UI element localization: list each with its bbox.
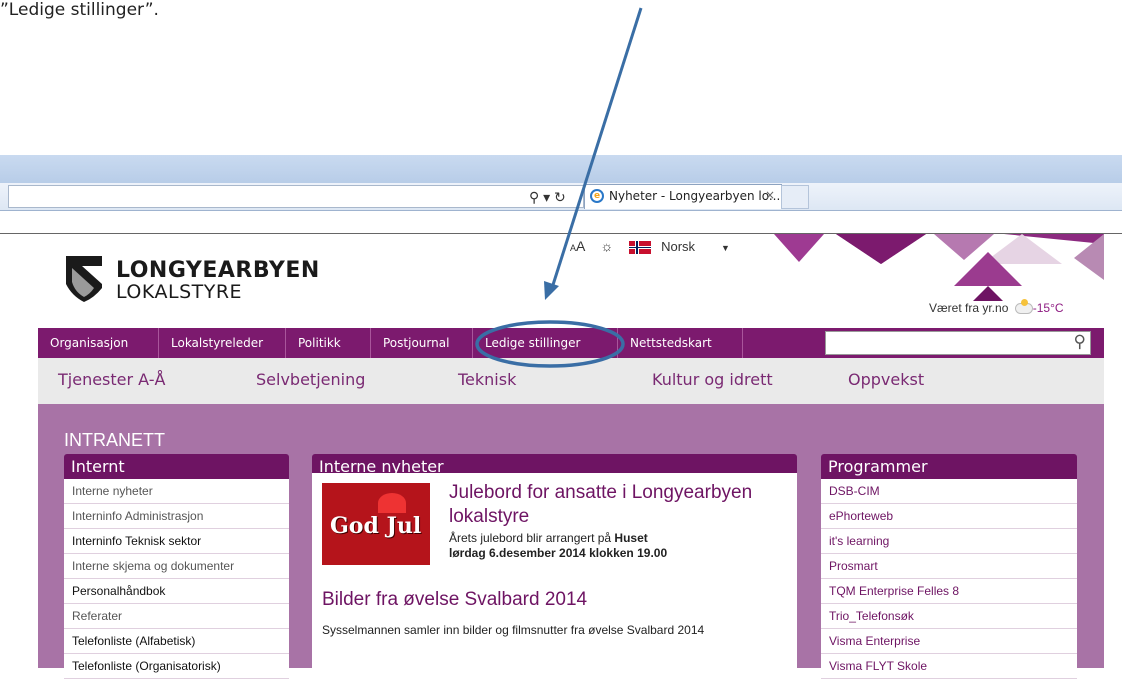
- sub-navigation: Tjenester A-Å Selvbetjening Teknisk Kult…: [38, 358, 1104, 404]
- subnav-oppvekst[interactable]: Oppvekst: [848, 370, 924, 389]
- news-body-location: Huset: [614, 531, 648, 545]
- news-body-text: Årets julebord blir arrangert på: [449, 531, 615, 545]
- internt-item[interactable]: Interninfo Teknisk sektor: [64, 529, 289, 554]
- browser-command-bar: [0, 211, 1122, 234]
- address-bar[interactable]: ⚲ ▾ ↻: [8, 185, 584, 208]
- new-tab-button[interactable]: [781, 185, 809, 209]
- nav-ledige-stillinger[interactable]: Ledige stillinger: [473, 328, 618, 358]
- nav-nettstedskart[interactable]: Nettstedskart: [618, 328, 743, 358]
- logo-name[interactable]: LONGYEARBYEN: [116, 258, 320, 283]
- website: LONGYEARBYEN LOKALSTYRE AA ☼ Norsk ▼ Vær…: [38, 234, 1104, 679]
- contrast-icon[interactable]: ☼: [600, 238, 613, 254]
- browser-title-bar: [0, 155, 1122, 183]
- tab-title: Nyheter - Longyearbyen lo...: [609, 189, 781, 203]
- close-tab-icon[interactable]: ×: [765, 188, 775, 202]
- internt-item[interactable]: Telefonliste (Organisatorisk): [64, 654, 289, 679]
- news-item-title[interactable]: Julebord for ansatte i Longyearbyen loka…: [449, 481, 779, 529]
- image-text: God Jul: [330, 513, 422, 539]
- program-item[interactable]: Prosmart: [821, 554, 1077, 579]
- news-body-date: lørdag 6.desember 2014 klokken 19.00: [449, 546, 668, 560]
- program-item[interactable]: TQM Enterprise Felles 8: [821, 579, 1077, 604]
- programmer-header: Programmer: [821, 454, 1077, 479]
- browser-tab[interactable]: e Nyheter - Longyearbyen lo... ×: [584, 184, 782, 209]
- subnav-teknisk[interactable]: Teknisk: [458, 370, 516, 389]
- norway-flag-icon: [629, 240, 652, 254]
- weather-label: Været fra yr.no: [929, 301, 1009, 315]
- subnav-tjenester[interactable]: Tjenester A-Å: [58, 370, 165, 389]
- program-item[interactable]: DSB-CIM: [821, 479, 1077, 504]
- search-icon[interactable]: ⚲: [1074, 332, 1086, 352]
- document-caption: ”Ledige stillinger”.: [0, 0, 159, 20]
- internt-item[interactable]: Referater: [64, 604, 289, 629]
- weather-widget[interactable]: Været fra yr.no -15°C: [929, 299, 1077, 321]
- internt-item[interactable]: Interne nyheter: [64, 479, 289, 504]
- programmer-list: DSB-CIM ePhorteweb it's learning Prosmar…: [821, 479, 1077, 679]
- program-item[interactable]: Visma Enterprise: [821, 629, 1077, 654]
- subnav-kultur[interactable]: Kultur og idrett: [652, 370, 773, 389]
- news-item-title[interactable]: Bilder fra øvelse Svalbard 2014: [322, 589, 587, 611]
- logo-icon[interactable]: [64, 254, 104, 304]
- program-item[interactable]: it's learning: [821, 529, 1077, 554]
- internt-item[interactable]: Telefonliste (Alfabetisk): [64, 629, 289, 654]
- internt-item[interactable]: Interne skjema og dokumenter: [64, 554, 289, 579]
- news-panel: God Jul Julebord for ansatte i Longyearb…: [312, 473, 797, 668]
- nav-postjournal[interactable]: Postjournal: [371, 328, 473, 358]
- program-item[interactable]: Trio_Telefonsøk: [821, 604, 1077, 629]
- subnav-selvbetjening[interactable]: Selvbetjening: [256, 370, 365, 389]
- top-navigation: Organisasjon Lokalstyreleder Politikk Po…: [38, 328, 1104, 358]
- chevron-down-icon[interactable]: ▼: [721, 243, 730, 253]
- santa-hat-icon: [378, 493, 406, 513]
- internt-item[interactable]: Personalhåndbok: [64, 579, 289, 604]
- nav-lokalstyreleder[interactable]: Lokalstyreleder: [159, 328, 286, 358]
- weather-temperature: -15°C: [1032, 301, 1064, 315]
- text-size-large-button[interactable]: A: [576, 238, 585, 254]
- program-item[interactable]: Visma FLYT Skole: [821, 654, 1077, 679]
- program-item[interactable]: ePhorteweb: [821, 504, 1077, 529]
- nav-politikk[interactable]: Politikk: [286, 328, 371, 358]
- news-item-body: Sysselmannen samler inn bilder og filmsn…: [322, 623, 705, 637]
- news-item-body: Årets julebord blir arrangert på Huset lø…: [449, 531, 779, 561]
- partly-cloudy-icon: [1014, 299, 1033, 315]
- julebord-image[interactable]: God Jul: [322, 483, 430, 565]
- language-select[interactable]: Norsk: [661, 239, 695, 254]
- search-refresh-icons[interactable]: ⚲ ▾ ↻: [529, 189, 566, 206]
- internt-header: Internt: [64, 454, 289, 479]
- nav-organisasjon[interactable]: Organisasjon: [38, 328, 159, 358]
- intranet-title: INTRANETT: [64, 430, 165, 450]
- search-input[interactable]: ⚲: [825, 331, 1091, 355]
- internt-list: Interne nyheter Interninfo Administrasjo…: [64, 479, 289, 679]
- intranet-area: INTRANETT Internt Interne nyheter Intern…: [38, 404, 1104, 679]
- site-tools: AA ☼ Norsk ▼: [570, 238, 730, 254]
- logo-subtitle[interactable]: LOKALSTYRE: [116, 281, 242, 303]
- ie-icon: e: [590, 189, 604, 203]
- browser-toolbar: ⚲ ▾ ↻ e Nyheter - Longyearbyen lo... ×: [0, 183, 1122, 211]
- internt-item[interactable]: Interninfo Administrasjon: [64, 504, 289, 529]
